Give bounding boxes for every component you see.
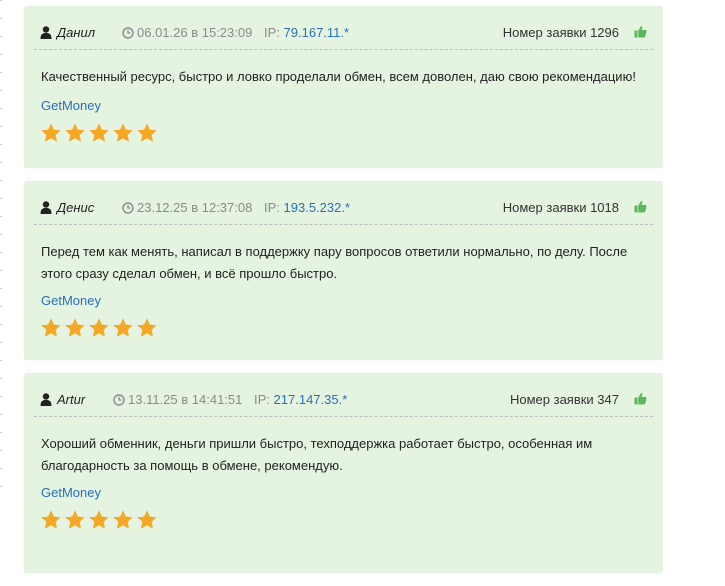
star-icon — [136, 317, 158, 339]
star-icon — [40, 317, 62, 339]
service-link[interactable]: GetMoney — [41, 293, 101, 308]
review-ip: IP: 217.147.35.* — [254, 392, 347, 407]
star-icon — [64, 509, 86, 531]
review-text: Перед тем как менять, написал в поддержк… — [41, 244, 628, 281]
review-ip: IP: 193.5.232.* — [264, 200, 350, 215]
review-header: Artur 13.11.25 в 14:41:51 IP: 217.147.35… — [24, 373, 663, 417]
order-number: Номер заявки 1018 — [502, 200, 619, 215]
review-author: Artur — [40, 392, 85, 407]
clock-icon — [122, 26, 134, 39]
review-ip: IP: 79.167.11.* — [264, 25, 349, 40]
review-card: Данил 06.01.26 в 15:23:09 IP: 79.167.11.… — [24, 6, 663, 168]
clock-icon — [113, 393, 125, 406]
review-header: Денис 23.12.25 в 12:37:08 IP: 193.5.232.… — [24, 181, 663, 225]
star-icon — [88, 509, 110, 531]
review-text: Качественный ресурс, быстро и ловко прод… — [41, 69, 636, 84]
star-icon — [88, 317, 110, 339]
ip-link[interactable]: 217.147.35.* — [274, 392, 348, 407]
review-date: 06.01.26 в 15:23:09 — [122, 25, 252, 40]
order-number: Номер заявки 347 — [509, 392, 619, 407]
author-name: Данил — [57, 25, 96, 40]
user-icon — [40, 393, 52, 406]
review-text: Хороший обменник, деньги пришли быстро, … — [41, 436, 593, 473]
user-icon — [40, 26, 52, 39]
date-text: 23.12.25 в 12:37:08 — [137, 200, 253, 215]
ip-link[interactable]: 193.5.232.* — [284, 200, 351, 215]
page-edge-divider — [0, 0, 2, 498]
ip-label: IP: — [264, 25, 280, 40]
star-icon — [136, 122, 158, 144]
star-icon — [112, 509, 134, 531]
star-icon — [136, 509, 158, 531]
star-icon — [64, 122, 86, 144]
review-date: 13.11.25 в 14:41:51 — [113, 392, 242, 407]
ip-label: IP: — [254, 392, 270, 407]
star-icon — [40, 509, 62, 531]
review-author: Данил — [40, 25, 95, 40]
author-name: Artur — [57, 392, 86, 407]
order-number: Номер заявки 1296 — [502, 25, 619, 40]
review-card: Artur 13.11.25 в 14:41:51 IP: 217.147.35… — [24, 373, 663, 573]
author-name: Денис — [57, 200, 95, 215]
star-icon — [112, 122, 134, 144]
reviews-list: Данил 06.01.26 в 15:23:09 IP: 79.167.11.… — [24, 6, 663, 586]
service-link[interactable]: GetMoney — [41, 98, 101, 113]
star-icon — [88, 122, 110, 144]
star-icon — [112, 317, 134, 339]
review-date: 23.12.25 в 12:37:08 — [122, 200, 252, 215]
thumbs-up-icon — [634, 392, 647, 405]
ip-link[interactable]: 79.167.11.* — [284, 25, 350, 40]
date-text: 13.11.25 в 14:41:51 — [128, 392, 243, 407]
rating-stars — [40, 317, 160, 339]
thumbs-up-icon — [634, 200, 647, 213]
review-card: Денис 23.12.25 в 12:37:08 IP: 193.5.232.… — [24, 181, 663, 360]
clock-icon — [122, 201, 134, 214]
rating-stars — [40, 122, 160, 144]
star-icon — [40, 122, 62, 144]
review-author: Денис — [40, 200, 94, 215]
date-text: 06.01.26 в 15:23:09 — [137, 25, 253, 40]
ip-label: IP: — [264, 200, 280, 215]
review-header: Данил 06.01.26 в 15:23:09 IP: 79.167.11.… — [24, 6, 663, 50]
rating-stars — [40, 509, 160, 531]
star-icon — [64, 317, 86, 339]
thumbs-up-icon — [634, 25, 647, 38]
user-icon — [40, 201, 52, 214]
